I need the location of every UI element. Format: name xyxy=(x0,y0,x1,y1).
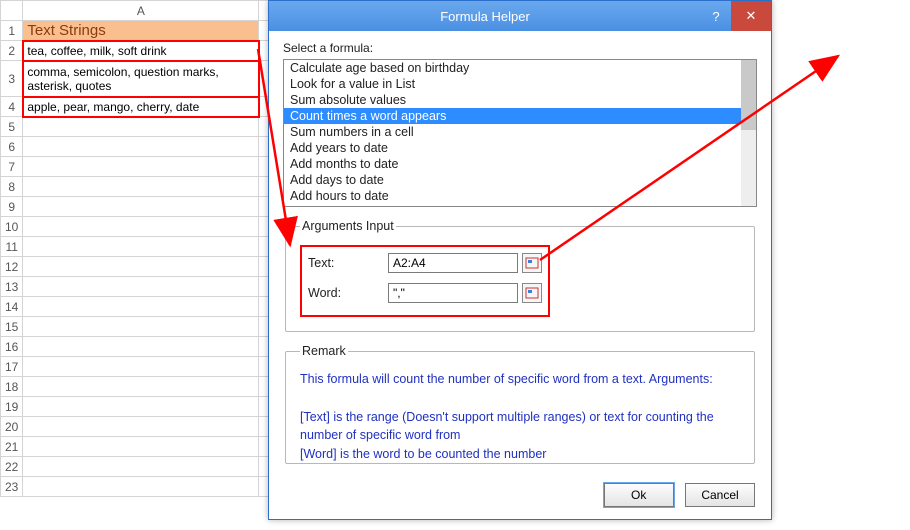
row-header[interactable]: 5 xyxy=(1,117,23,137)
cell[interactable] xyxy=(23,197,259,217)
row-header[interactable]: 6 xyxy=(1,137,23,157)
help-button[interactable]: ? xyxy=(701,1,731,31)
listbox-scrollbar[interactable] xyxy=(741,60,756,206)
formula-item[interactable]: Look for a value in List xyxy=(284,76,756,92)
cell-A3[interactable]: comma, semicolon, question marks, asteri… xyxy=(23,61,259,97)
row-header[interactable]: 9 xyxy=(1,197,23,217)
formula-item[interactable]: Calculate age based on birthday xyxy=(284,60,756,76)
formula-item[interactable]: Count times a word appears xyxy=(284,108,756,124)
dialog-title: Formula Helper xyxy=(269,9,701,24)
row-header[interactable]: 1 xyxy=(1,21,23,41)
cell[interactable] xyxy=(23,417,259,437)
cell[interactable] xyxy=(23,117,259,137)
select-formula-label: Select a formula: xyxy=(283,41,757,55)
row-header[interactable]: 20 xyxy=(1,417,23,437)
cell[interactable] xyxy=(23,137,259,157)
row-header[interactable]: 3 xyxy=(1,61,23,97)
row-header[interactable]: 15 xyxy=(1,317,23,337)
remark-section: Remark This formula will count the numbe… xyxy=(285,344,755,464)
row-header[interactable]: 19 xyxy=(1,397,23,417)
word-arg-label: Word: xyxy=(308,286,388,300)
row-header[interactable]: 16 xyxy=(1,337,23,357)
col-header-A[interactable]: A xyxy=(23,1,259,21)
cell-A2[interactable]: tea, coffee, milk, soft drink xyxy=(23,41,259,61)
titlebar[interactable]: Formula Helper ? ✕ xyxy=(269,1,771,31)
cancel-button[interactable]: Cancel xyxy=(685,483,755,507)
cell[interactable] xyxy=(23,217,259,237)
formula-item[interactable]: Add hours to date xyxy=(284,188,756,204)
row-header[interactable]: 18 xyxy=(1,377,23,397)
cell[interactable] xyxy=(23,177,259,197)
row-header[interactable]: 12 xyxy=(1,257,23,277)
row-header[interactable]: 14 xyxy=(1,297,23,317)
scrollbar-thumb[interactable] xyxy=(741,60,756,130)
row-header[interactable]: 17 xyxy=(1,357,23,377)
formula-item[interactable]: Add minutes to date xyxy=(284,204,756,207)
cell[interactable] xyxy=(23,157,259,177)
text-arg-label: Text: xyxy=(308,256,388,270)
range-picker-icon[interactable] xyxy=(522,283,542,303)
row-header[interactable]: 23 xyxy=(1,477,23,497)
formula-listbox[interactable]: Calculate age based on birthdayLook for … xyxy=(283,59,757,207)
cell-A1[interactable]: Text Strings xyxy=(23,21,259,41)
cell[interactable] xyxy=(23,257,259,277)
ok-button[interactable]: Ok xyxy=(604,483,674,507)
cell[interactable] xyxy=(23,457,259,477)
formula-helper-dialog: Formula Helper ? ✕ Select a formula: Cal… xyxy=(268,0,772,520)
formula-item[interactable]: Add years to date xyxy=(284,140,756,156)
cell[interactable] xyxy=(23,277,259,297)
row-header[interactable]: 10 xyxy=(1,217,23,237)
arguments-legend: Arguments Input xyxy=(300,219,396,233)
remark-legend: Remark xyxy=(300,344,348,358)
formula-item[interactable]: Sum absolute values xyxy=(284,92,756,108)
remark-text: This formula will count the number of sp… xyxy=(300,370,740,464)
cell[interactable] xyxy=(23,477,259,497)
cell[interactable] xyxy=(23,317,259,337)
cell[interactable] xyxy=(23,437,259,457)
row-header[interactable]: 11 xyxy=(1,237,23,257)
corner-cell[interactable] xyxy=(1,1,23,21)
row-header[interactable]: 4 xyxy=(1,97,23,117)
row-header[interactable]: 13 xyxy=(1,277,23,297)
cell[interactable] xyxy=(23,237,259,257)
word-arg-input[interactable] xyxy=(388,283,518,303)
row-header[interactable]: 7 xyxy=(1,157,23,177)
cell[interactable] xyxy=(23,297,259,317)
row-header[interactable]: 21 xyxy=(1,437,23,457)
close-button[interactable]: ✕ xyxy=(731,1,771,31)
cell[interactable] xyxy=(23,397,259,417)
formula-item[interactable]: Add days to date xyxy=(284,172,756,188)
row-header[interactable]: 8 xyxy=(1,177,23,197)
text-arg-input[interactable] xyxy=(388,253,518,273)
cell[interactable] xyxy=(23,377,259,397)
formula-item[interactable]: Add months to date xyxy=(284,156,756,172)
cell-A4[interactable]: apple, pear, mango, cherry, date xyxy=(23,97,259,117)
formula-item[interactable]: Sum numbers in a cell xyxy=(284,124,756,140)
range-picker-icon[interactable] xyxy=(522,253,542,273)
row-header[interactable]: 22 xyxy=(1,457,23,477)
cell[interactable] xyxy=(23,357,259,377)
row-header[interactable]: 2 xyxy=(1,41,23,61)
arguments-section: Arguments Input Text: Word: xyxy=(285,219,755,332)
cell[interactable] xyxy=(23,337,259,357)
